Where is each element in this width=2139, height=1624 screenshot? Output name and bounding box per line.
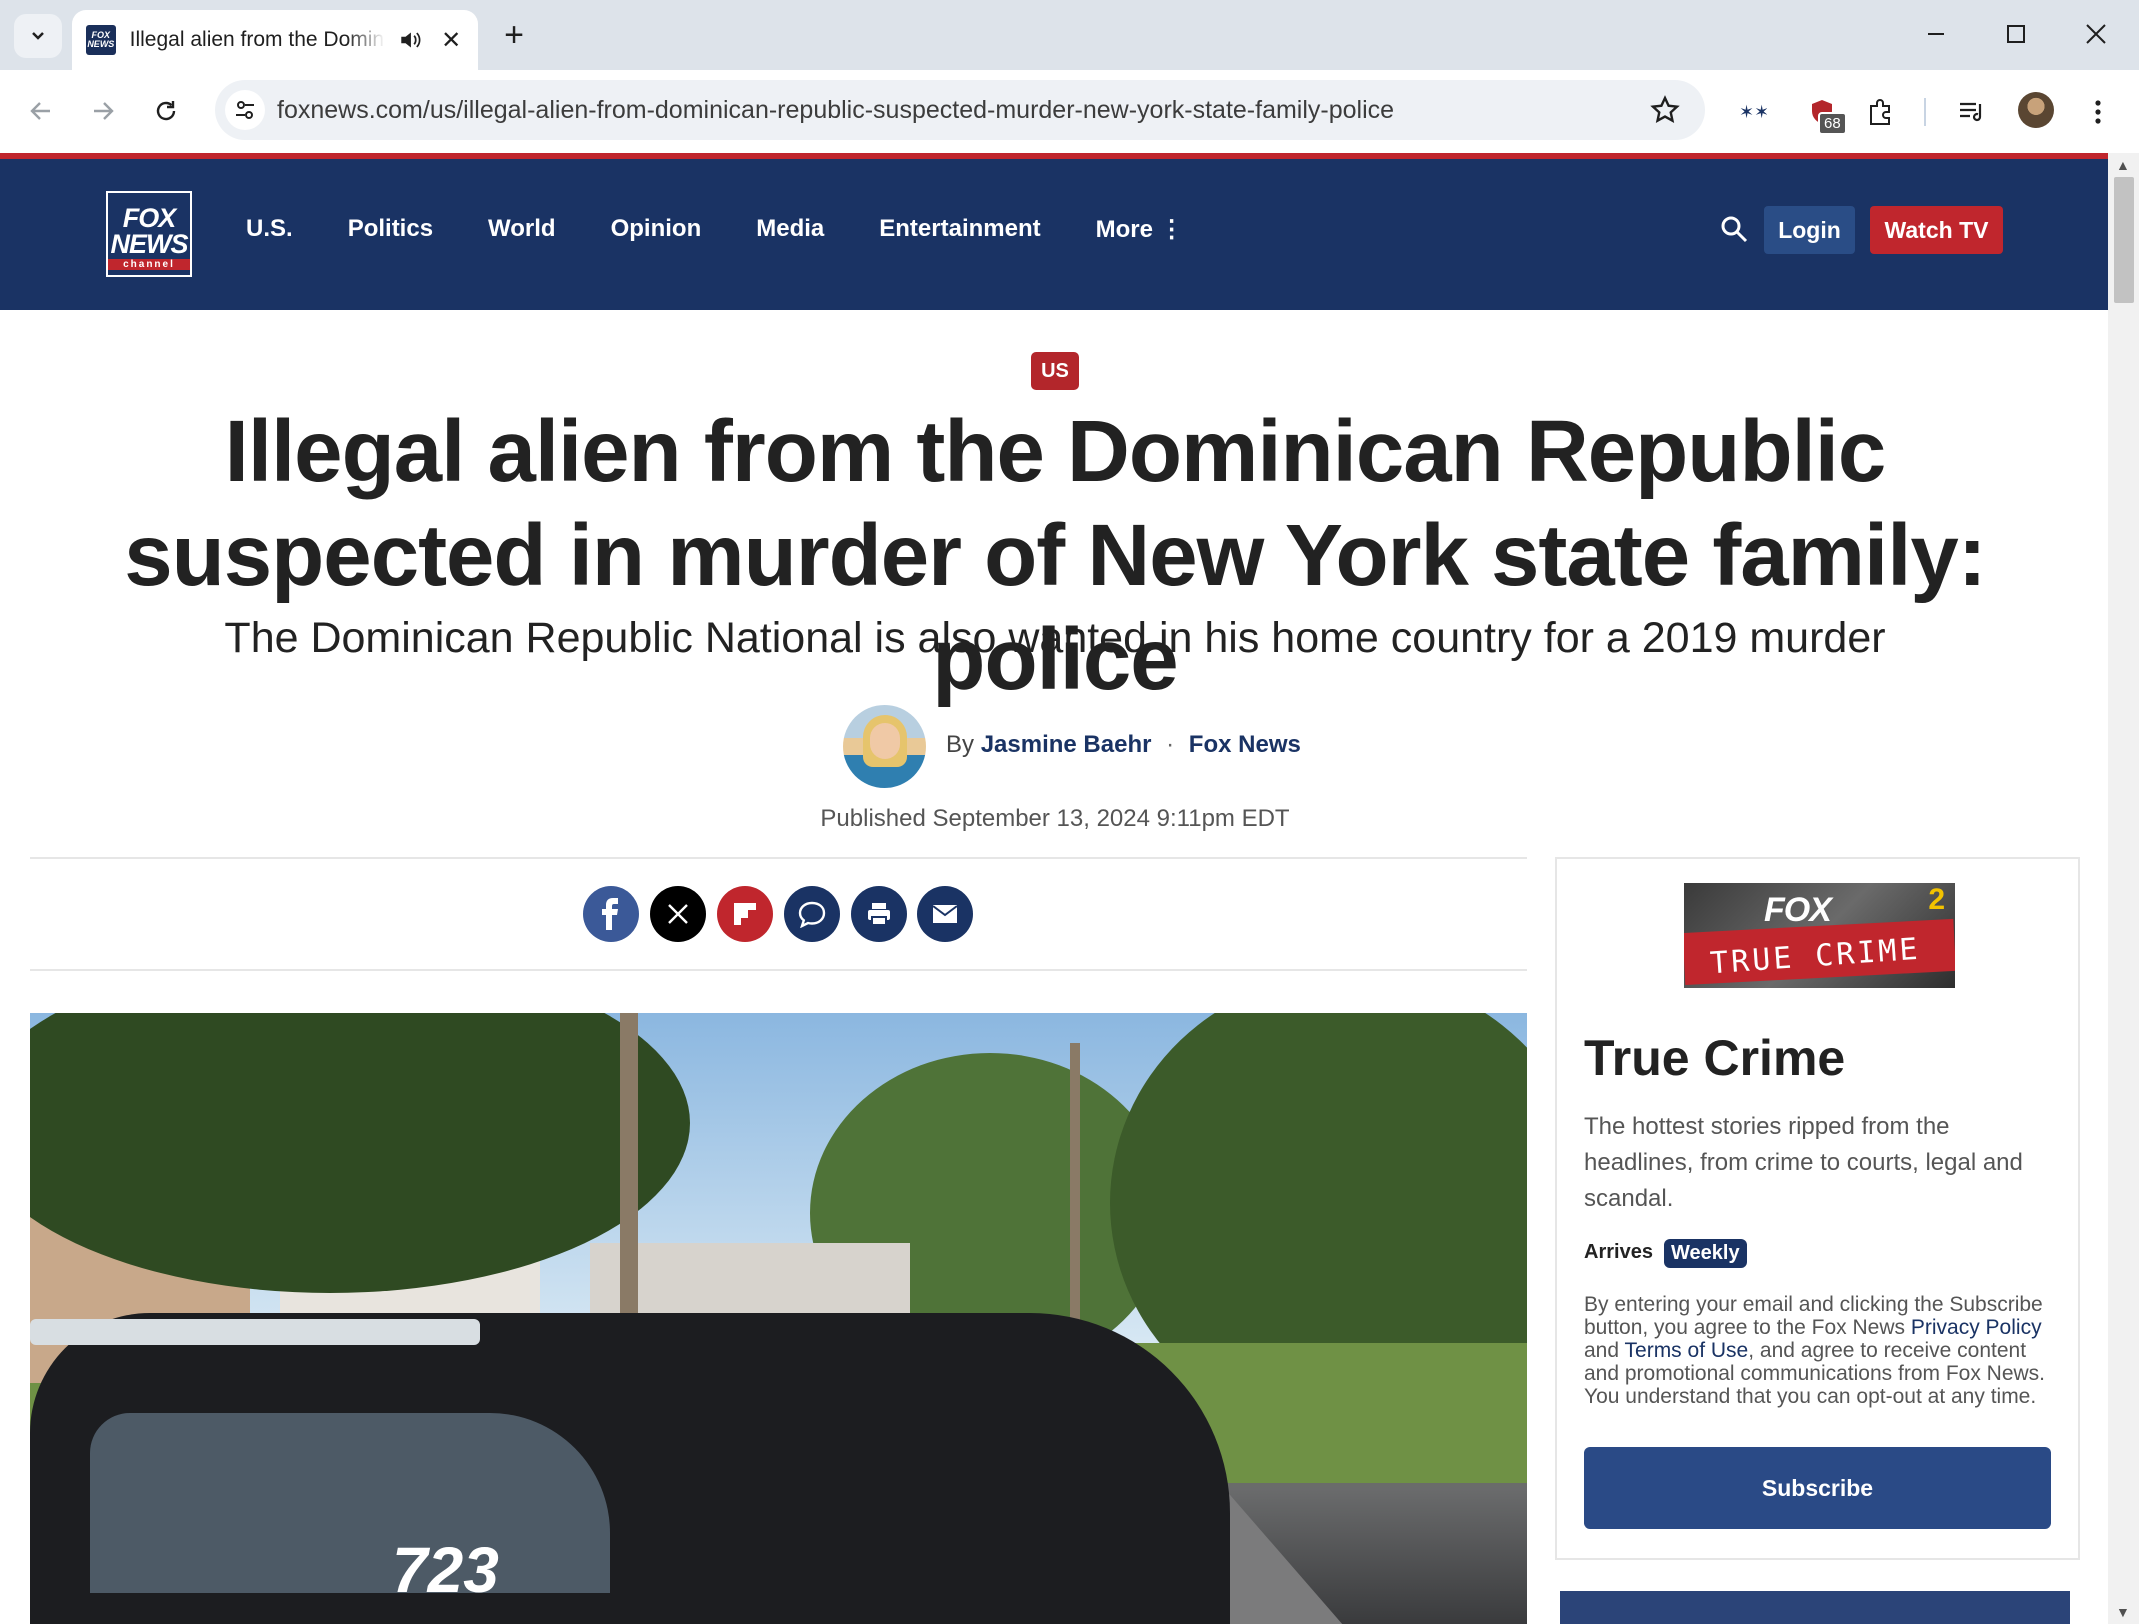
tab-close-icon[interactable]: ✕ [438, 26, 464, 55]
url-text[interactable]: foxnews.com/us/illegal-alien-from-domini… [277, 96, 1394, 125]
email-icon [932, 905, 958, 923]
category-badge[interactable]: US [1031, 352, 1079, 390]
frequency-badge: Weekly [1664, 1239, 1747, 1268]
author-link[interactable]: Jasmine Baehr [981, 731, 1152, 758]
maximize-button[interactable] [1993, 14, 2039, 54]
profile-avatar[interactable] [2018, 92, 2054, 128]
published-date: Published September 13, 2024 9:11pm EDT [820, 805, 1290, 832]
extension-stars-icon[interactable]: ✶✶ [1730, 90, 1774, 134]
back-button[interactable] [18, 88, 64, 134]
maximize-icon [2007, 25, 2025, 43]
outlet-link[interactable]: Fox News [1189, 731, 1301, 758]
address-bar[interactable]: foxnews.com/us/illegal-alien-from-domini… [215, 80, 1705, 140]
true-crime-logo: FOX 2 TRUE CRIME [1684, 883, 1955, 988]
share-flipboard-button[interactable] [717, 886, 773, 942]
main-nav: U.S. Politics World Opinion Media Entert… [246, 215, 1239, 244]
browser-tab[interactable]: FOXNEWS Illegal alien from the Dominican… [72, 10, 478, 70]
tune-icon [236, 101, 254, 119]
search-icon[interactable] [1719, 214, 1749, 244]
legal-and: and [1584, 1339, 1620, 1362]
close-icon [2086, 24, 2106, 44]
author-avatar[interactable] [843, 705, 926, 788]
print-icon [868, 903, 890, 926]
divider [30, 857, 1527, 859]
reload-button[interactable] [143, 88, 189, 134]
browser-tab-bar: FOXNEWS Illegal alien from the Dominican… [0, 0, 2139, 70]
nav-entertainment[interactable]: Entertainment [879, 215, 1040, 244]
byline-prefix: By [946, 731, 975, 758]
share-facebook-button[interactable] [583, 886, 639, 942]
speaker-icon[interactable] [397, 27, 423, 53]
reload-icon [156, 101, 176, 121]
logo-channel-text: channel [108, 259, 190, 270]
flipboard-icon [734, 903, 756, 925]
more-menu-icon[interactable] [2076, 90, 2120, 134]
arrives-label: Arrives [1584, 1241, 1653, 1263]
police-car-unit-number: 723 [392, 1534, 499, 1606]
site-header: FOX NEWS channel U.S. Politics World Opi… [0, 159, 2108, 310]
nav-politics[interactable]: Politics [348, 215, 433, 244]
arrow-left-icon [30, 102, 50, 120]
divider [30, 969, 1527, 971]
nav-more[interactable]: More ⋮ [1096, 215, 1184, 244]
nav-media[interactable]: Media [756, 215, 824, 244]
hero-image[interactable]: 723 [30, 1013, 1527, 1624]
forward-button[interactable] [80, 88, 126, 134]
scroll-thumb[interactable] [2114, 177, 2134, 303]
true-crime-logo-badge: 2 [1928, 883, 1945, 916]
legal-disclaimer: By entering your email and clicking the … [1584, 1293, 2064, 1408]
close-window-button[interactable] [2073, 14, 2119, 54]
nav-world[interactable]: World [488, 215, 556, 244]
share-email-button[interactable] [917, 886, 973, 942]
new-tab-button[interactable]: + [496, 18, 532, 52]
comment-bubble-icon [798, 901, 826, 928]
newsletter-description: The hottest stories ripped from the head… [1584, 1113, 2023, 1212]
watch-tv-button[interactable]: Watch TV [1870, 206, 2003, 254]
arrow-right-icon [94, 102, 114, 120]
logo-news-text: NEWS [110, 229, 189, 259]
minimize-icon [1928, 33, 1944, 35]
scroll-down-arrow-icon[interactable]: ▼ [2116, 1604, 2130, 1620]
privacy-policy-link[interactable]: Privacy Policy [1911, 1316, 2042, 1339]
page-scrollbar[interactable]: ▲ ▼ [2108, 153, 2139, 1624]
byline: By Jasmine Baehr · Fox News [946, 731, 1301, 759]
newsletter-title: True Crime [1584, 1030, 1846, 1086]
article-subhead: The Dominican Republic National is also … [224, 614, 1886, 662]
byline-separator: · [1166, 731, 1175, 758]
fox-news-favicon: FOX NEWS [86, 25, 116, 55]
newsletter-signup-card: FOX 2 TRUE CRIME True Crime The hottest … [1555, 857, 2080, 1560]
media-queue-icon[interactable] [1950, 90, 1994, 134]
nav-us[interactable]: U.S. [246, 215, 293, 244]
bookmark-star-icon[interactable] [1649, 94, 1681, 126]
true-crime-logo-brand: FOX [1764, 891, 1832, 929]
extensions-puzzle-icon[interactable] [1858, 90, 1902, 134]
terms-of-use-link[interactable]: Terms of Use [1625, 1339, 1749, 1362]
nav-opinion[interactable]: Opinion [611, 215, 702, 244]
subscribe-button[interactable]: Subscribe [1584, 1447, 2051, 1529]
scroll-up-arrow-icon[interactable]: ▲ [2116, 157, 2130, 173]
next-module-banner[interactable] [1560, 1591, 2070, 1624]
extension-badge: 68 [1818, 112, 1847, 135]
share-x-button[interactable] [650, 886, 706, 942]
article-headline: Illegal alien from the Dominican Republi… [124, 403, 1986, 708]
chevron-down-icon [32, 32, 44, 40]
share-comments-button[interactable] [784, 886, 840, 942]
tab-title: Illegal alien from the Dominican Republi… [129, 28, 385, 51]
site-info-button[interactable] [225, 90, 265, 130]
extension-shield-icon[interactable]: 68 [1800, 90, 1847, 135]
facebook-icon [602, 898, 618, 930]
tab-search-button[interactable] [14, 14, 62, 58]
login-button[interactable]: Login [1764, 206, 1855, 254]
fox-news-logo[interactable]: FOX NEWS channel [106, 191, 192, 277]
logo-fox-text: FOX [122, 203, 177, 233]
svg-text:✶✶: ✶✶ [1739, 102, 1767, 122]
minimize-button[interactable] [1913, 14, 1959, 54]
toolbar-separator [1924, 98, 1926, 126]
share-print-button[interactable] [851, 886, 907, 942]
x-icon [668, 904, 688, 924]
browser-toolbar: foxnews.com/us/illegal-alien-from-domini… [0, 70, 2139, 153]
